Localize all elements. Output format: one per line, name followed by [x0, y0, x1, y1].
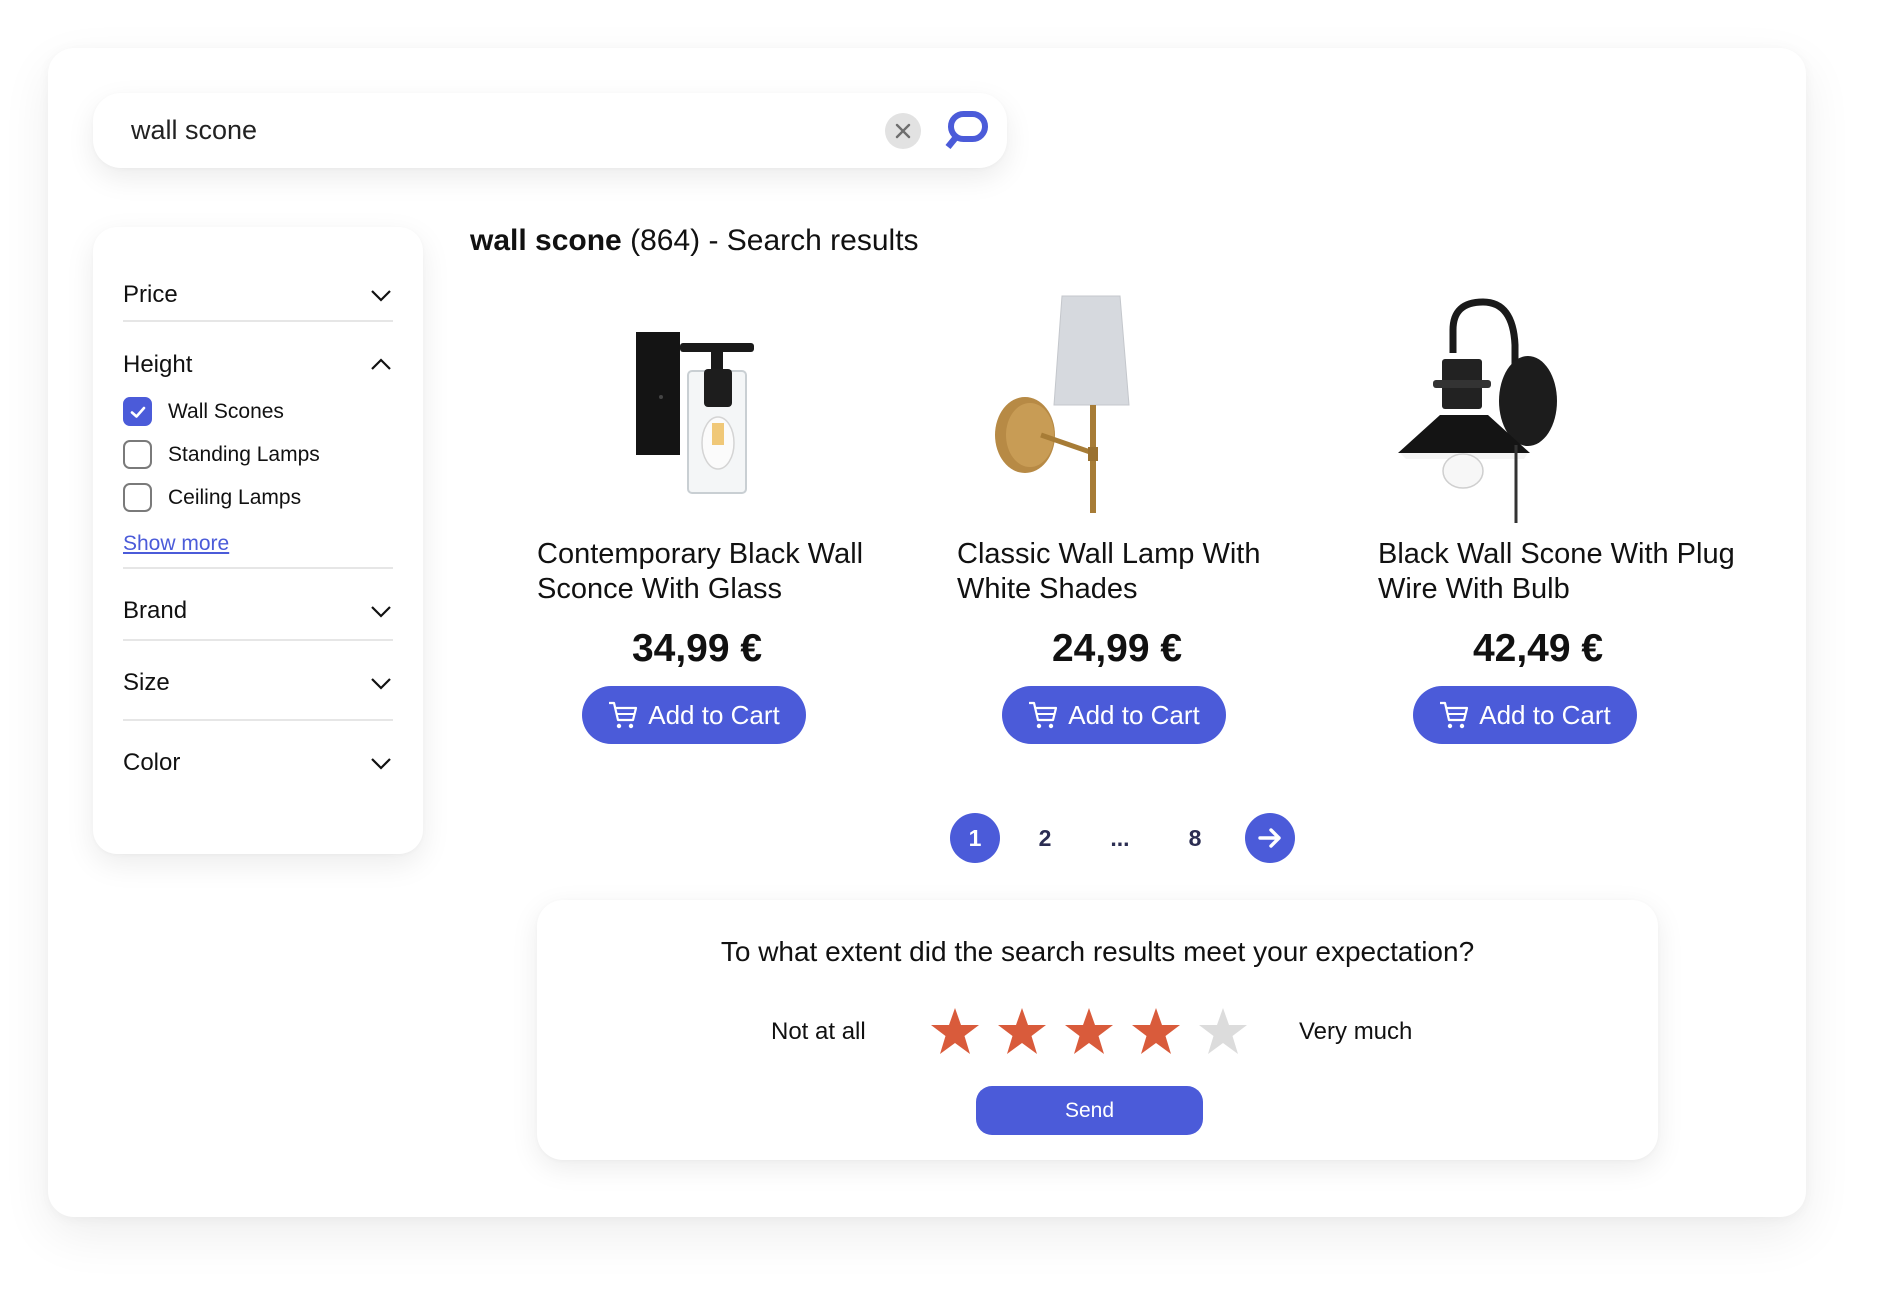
cart-icon [1029, 701, 1058, 729]
star-filled-icon[interactable] [1131, 1006, 1181, 1056]
chevron-down-icon [371, 758, 391, 770]
close-icon [895, 123, 911, 139]
arrow-right-icon [1258, 828, 1281, 848]
checkbox[interactable] [123, 440, 152, 469]
send-button[interactable]: Send [976, 1086, 1203, 1135]
facet-price[interactable]: Price [123, 281, 393, 309]
facet-height[interactable]: Height [123, 351, 393, 379]
survey-question: To what extent did the search results me… [720, 936, 1475, 967]
search-bar [93, 93, 1007, 168]
filter-option-standing-lamps[interactable]: Standing Lamps [123, 440, 320, 469]
divider [123, 719, 393, 721]
facet-color[interactable]: Color [123, 749, 393, 777]
star-filled-icon[interactable] [997, 1006, 1047, 1056]
product-price: 24,99 € [1051, 627, 1183, 670]
scale-low-label: Not at all [771, 1018, 866, 1045]
results-suffix: - Search results [700, 224, 919, 257]
search-input[interactable] [131, 93, 851, 168]
divider [123, 639, 393, 641]
add-to-cart-label: Add to Cart [1068, 699, 1200, 730]
facet-size[interactable]: Size [123, 669, 393, 697]
product-price: 42,49 € [1472, 627, 1604, 670]
product-image-black-glass-sconce[interactable] [537, 285, 857, 530]
star-filled-icon[interactable] [930, 1006, 980, 1056]
star-filled-icon[interactable] [1064, 1006, 1114, 1056]
checkmark-icon [130, 406, 145, 418]
page-2-button[interactable]: 2 [1020, 813, 1070, 863]
add-to-cart-button[interactable]: Add to Cart [1413, 686, 1637, 744]
option-label: Standing Lamps [168, 442, 320, 466]
add-to-cart-button[interactable]: Add to Cart [1002, 686, 1226, 744]
add-to-cart-button[interactable]: Add to Cart [582, 686, 806, 744]
product-title[interactable]: Contemporary Black Wall Sconce With Glas… [537, 537, 917, 607]
facet-label: Brand [123, 597, 188, 624]
page-8-button[interactable]: 8 [1170, 813, 1220, 863]
facet-label: Height [123, 351, 193, 378]
clear-search-button[interactable] [885, 113, 921, 149]
page-1-button[interactable]: 1 [950, 813, 1000, 863]
cart-icon [609, 701, 638, 729]
facet-label: Size [123, 669, 170, 696]
chevron-down-icon [371, 678, 391, 690]
facet-label: Color [123, 749, 181, 776]
search-chat-icon [945, 111, 988, 150]
product-title[interactable]: Classic Wall Lamp With White Shades [957, 537, 1337, 607]
divider [123, 320, 393, 322]
add-to-cart-label: Add to Cart [648, 699, 780, 730]
checkbox[interactable] [123, 483, 152, 512]
option-label: Wall Scones [168, 399, 284, 423]
filter-option-ceiling-lamps[interactable]: Ceiling Lamps [123, 483, 301, 512]
option-label: Ceiling Lamps [168, 485, 302, 509]
product-image-black-plug-in-sconce[interactable] [1378, 285, 1698, 530]
feedback-survey: To what extent did the search results me… [537, 900, 1658, 1160]
results-heading: wall scone (864) - Search results [470, 224, 919, 258]
page-ellipsis: ... [1110, 824, 1130, 851]
cart-icon [1440, 701, 1469, 729]
filter-option-wall-scones[interactable]: Wall Scones [123, 397, 284, 426]
divider [123, 567, 393, 569]
chevron-down-icon [371, 606, 391, 618]
show-more-link[interactable]: Show more [123, 532, 229, 556]
chevron-down-icon [371, 290, 391, 302]
results-count: (864) [630, 224, 701, 257]
product-image-brass-wall-lamp[interactable] [957, 285, 1277, 530]
product-price: 34,99 € [631, 627, 763, 670]
filter-sidebar: Price Height Wall Scones Standing Lamps … [93, 227, 423, 854]
chevron-up-icon [371, 358, 391, 370]
scale-high-label: Very much [1299, 1018, 1413, 1045]
facet-label: Price [123, 281, 178, 308]
search-submit-button[interactable] [943, 110, 989, 152]
add-to-cart-label: Add to Cart [1479, 699, 1611, 730]
facet-brand[interactable]: Brand [123, 597, 393, 625]
next-page-button[interactable] [1245, 813, 1295, 863]
star-rating [930, 1006, 1248, 1058]
results-query: wall scone [470, 224, 622, 257]
product-title[interactable]: Black Wall Scone With Plug Wire With Bul… [1378, 537, 1758, 607]
star-empty-icon[interactable] [1198, 1006, 1248, 1056]
checkbox[interactable] [123, 397, 152, 426]
